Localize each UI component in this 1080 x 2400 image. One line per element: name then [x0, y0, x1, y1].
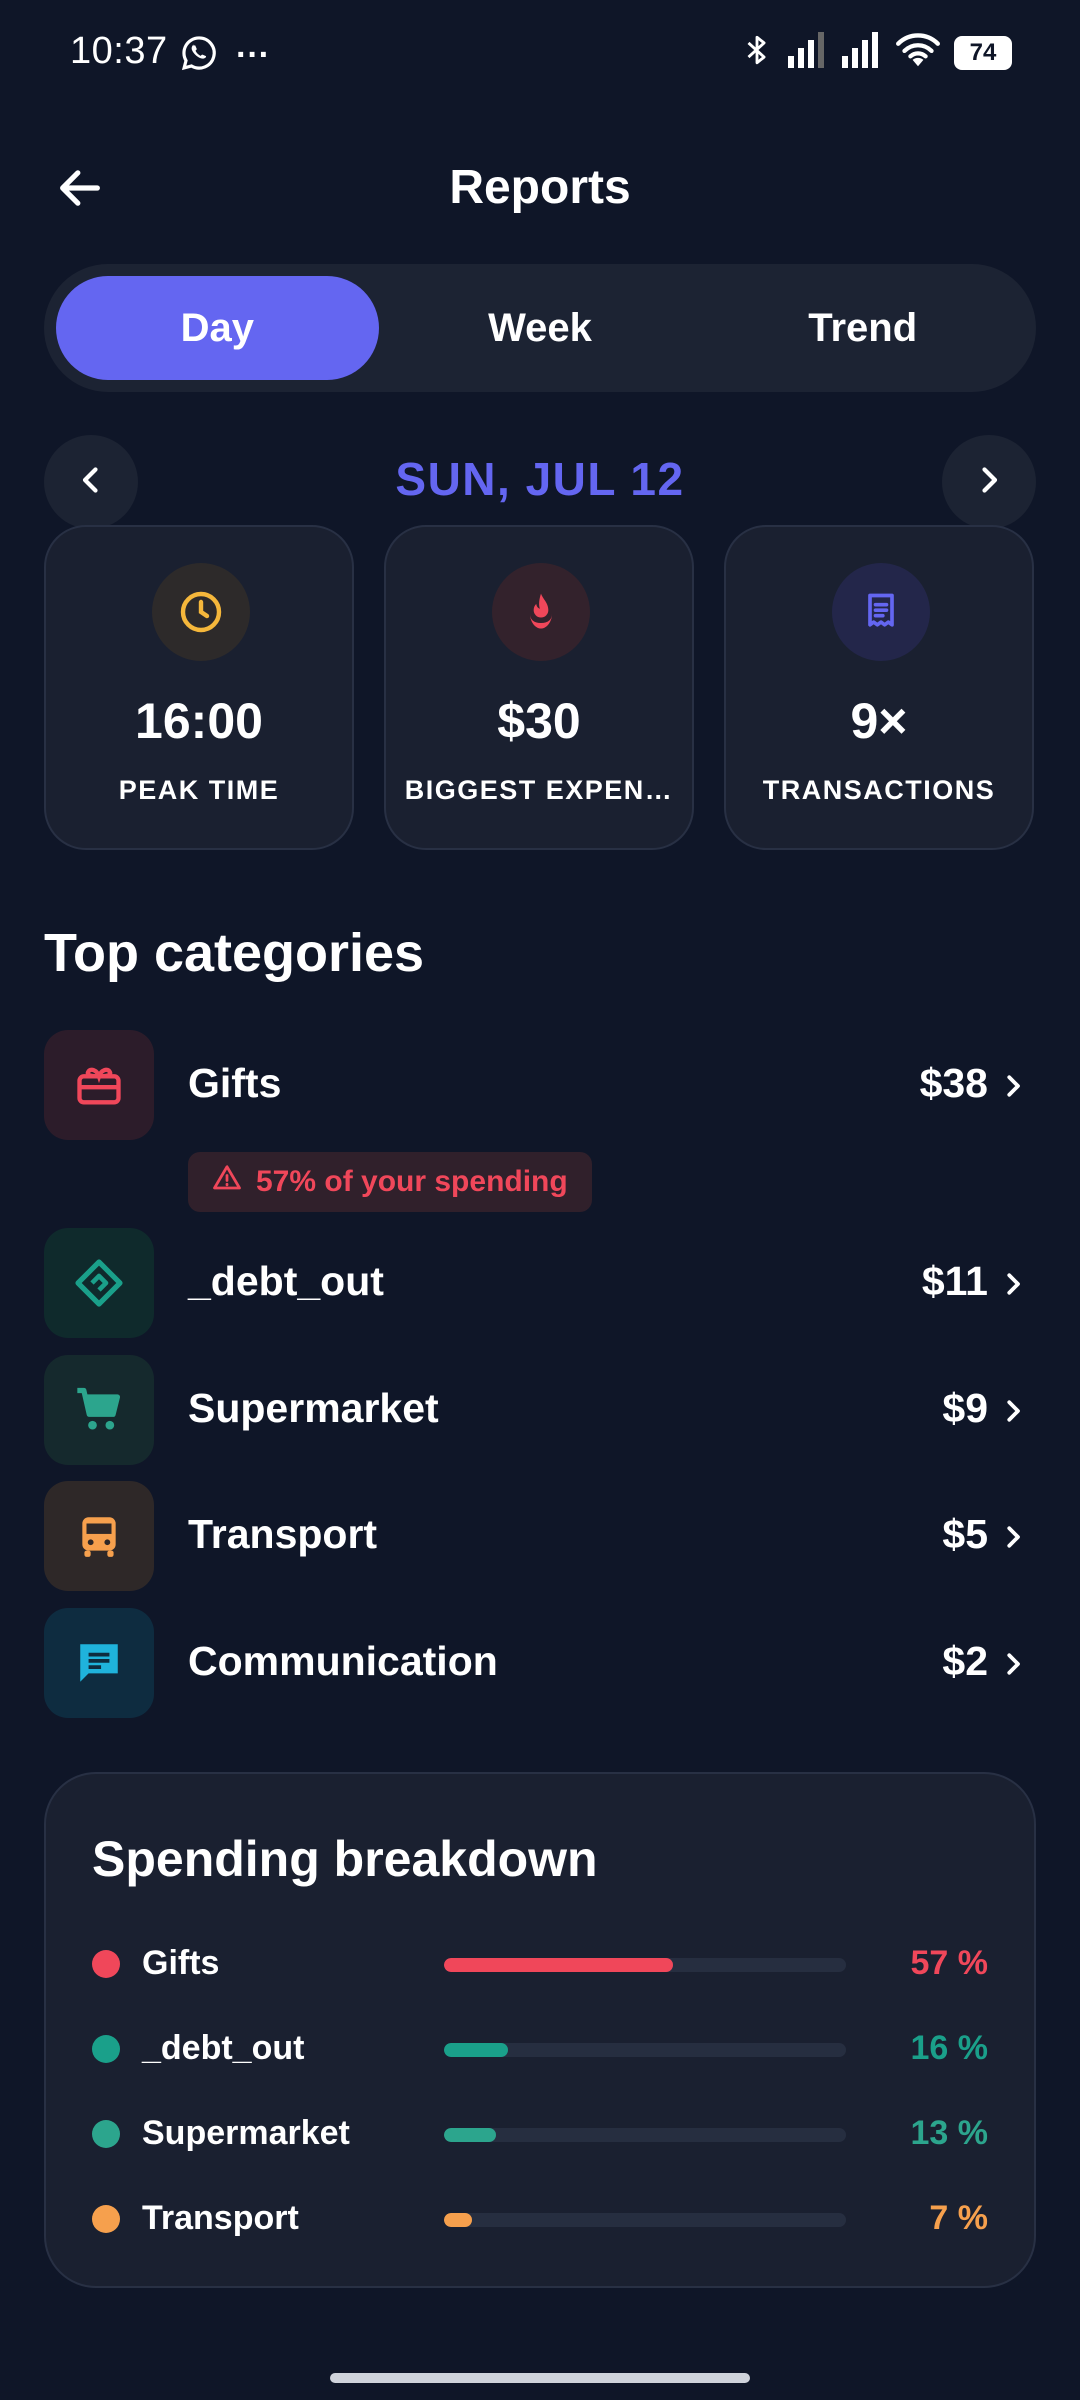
progress-fill: [444, 2128, 497, 2142]
breakdown-row-gifts: Gifts 57 %: [46, 1934, 1034, 1994]
category-amount: $11: [921, 1258, 988, 1304]
cart-icon: [44, 1355, 154, 1465]
stat-value: 9×: [850, 693, 908, 749]
breakdown-name: _debt_out: [142, 2029, 305, 2067]
tab-day[interactable]: Day: [56, 276, 379, 380]
breakdown-name: Gifts: [142, 1944, 220, 1982]
chevron-right-icon: [1007, 1526, 1020, 1548]
category-name: Gifts: [188, 1060, 282, 1106]
breakdown-row-supermarket: Supermarket 13 %: [46, 2104, 1034, 2164]
category-amount: $2: [942, 1638, 988, 1684]
receipt-icon: [832, 563, 930, 661]
category-name: Transport: [188, 1511, 378, 1557]
chevron-right-icon: [1007, 1075, 1020, 1097]
category-name: _debt_out: [188, 1258, 384, 1304]
status-left-icons: ···: [180, 34, 270, 77]
whatsapp-icon: [180, 34, 218, 77]
color-dot: [92, 2035, 120, 2063]
battery-icon: 74: [954, 35, 1012, 70]
chevron-right-icon: [1007, 1653, 1020, 1675]
next-day-button[interactable]: [942, 435, 1036, 529]
breakdown-row-transport: Transport 7 %: [46, 2189, 1034, 2249]
category-row-communication[interactable]: Communication $2: [44, 1608, 1036, 1718]
spending-breakdown-card: Spending breakdown Gifts 57 % _debt_out …: [44, 1772, 1036, 2288]
stat-value: 16:00: [135, 693, 263, 749]
status-time: 10:37: [70, 30, 168, 72]
fire-icon: [492, 563, 590, 661]
color-dot: [92, 1950, 120, 1978]
warning-triangle-icon: [212, 1163, 242, 1201]
category-amount: $5: [942, 1511, 988, 1557]
category-amount: $9: [942, 1385, 988, 1431]
stat-label: PEAK TIME: [118, 775, 280, 805]
progress-track: [444, 2213, 846, 2227]
spending-warning-badge: 57% of your spending: [188, 1152, 592, 1212]
stat-label: BIGGEST EXPEN…: [404, 775, 674, 805]
status-right-icons: 74: [740, 30, 1012, 75]
breakdown-percent: 57 %: [910, 1944, 989, 1982]
category-row-gifts[interactable]: Gifts $38: [44, 1030, 1036, 1140]
breakdown-name: Transport: [142, 2199, 299, 2237]
breakdown-title: Spending breakdown: [92, 1831, 598, 1887]
tab-week[interactable]: Week: [379, 276, 702, 380]
stat-label: TRANSACTIONS: [762, 775, 996, 805]
bluetooth-icon: [740, 30, 774, 75]
color-dot: [92, 2120, 120, 2148]
bus-icon: [44, 1481, 154, 1591]
page-title: Reports: [449, 161, 631, 214]
warning-text: 57% of your spending: [256, 1165, 568, 1198]
progress-track: [444, 2043, 846, 2057]
chat-icon: [44, 1608, 154, 1718]
clock-icon: [152, 563, 250, 661]
gift-icon: [44, 1030, 154, 1140]
status-bar: 10:37 ··· 74: [0, 0, 1080, 110]
signal-icon-1: [788, 32, 828, 73]
breakdown-percent: 13 %: [910, 2114, 989, 2152]
current-date: SUN, JUL 12: [395, 453, 685, 505]
breakdown-name: Supermarket: [142, 2114, 350, 2152]
stat-card-biggest-expense[interactable]: $30 BIGGEST EXPEN…: [384, 525, 694, 850]
chevron-right-icon: [1007, 1273, 1020, 1295]
breakdown-row-debt-out: _debt_out 16 %: [46, 2019, 1034, 2079]
top-categories-title: Top categories: [44, 923, 425, 983]
period-tabs: Day Week Trend: [44, 264, 1036, 392]
stat-value: $30: [497, 693, 581, 749]
chevron-right-icon: [1007, 1400, 1020, 1422]
color-dot: [92, 2205, 120, 2233]
progress-track: [444, 1958, 846, 1972]
tab-trend[interactable]: Trend: [701, 276, 1024, 380]
breakdown-percent: 16 %: [910, 2029, 989, 2067]
progress-track: [444, 2128, 846, 2142]
progress-fill: [444, 2213, 473, 2227]
signal-icon-2: [842, 32, 882, 73]
category-name: Supermarket: [188, 1385, 439, 1431]
category-amount: $38: [919, 1060, 988, 1106]
progress-fill: [444, 2043, 509, 2057]
stat-card-transactions[interactable]: 9× TRANSACTIONS: [724, 525, 1034, 850]
category-row-debt-out[interactable]: _debt_out $11: [44, 1228, 1036, 1338]
progress-fill: [444, 1958, 674, 1972]
more-dots: ···: [236, 36, 270, 74]
stat-card-peak-time[interactable]: 16:00 PEAK TIME: [44, 525, 354, 850]
chevron-right-icon: [971, 462, 1007, 503]
category-row-transport[interactable]: Transport $5: [44, 1481, 1036, 1591]
breakdown-percent: 7 %: [929, 2199, 988, 2237]
category-row-supermarket[interactable]: Supermarket $9: [44, 1355, 1036, 1465]
wifi-icon: [896, 32, 940, 73]
category-name: Communication: [188, 1638, 498, 1684]
handshake-icon: [44, 1228, 154, 1338]
home-indicator[interactable]: [330, 2373, 750, 2383]
